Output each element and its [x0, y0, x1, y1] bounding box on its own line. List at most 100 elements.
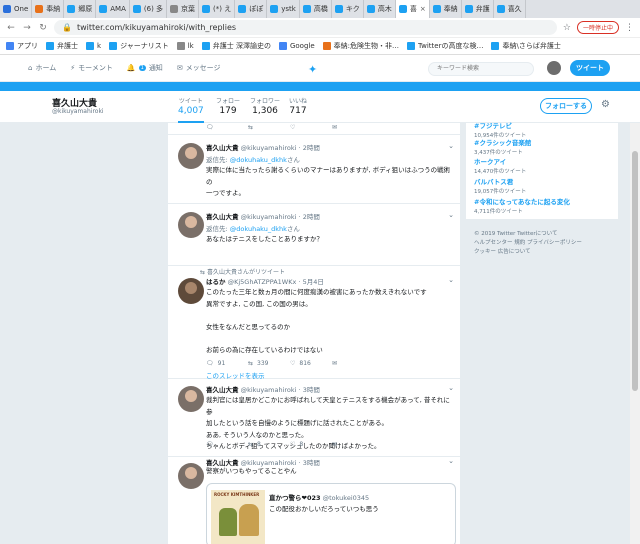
bookmark-item[interactable]: k: [86, 42, 101, 50]
nav-home[interactable]: ⌂ ホーム: [28, 63, 56, 73]
bookmark-item[interactable]: 弁護士 深澤諭史の: [201, 41, 271, 51]
bookmark-item[interactable]: Twitterの高度な検…: [407, 41, 483, 51]
bookmark-item[interactable]: アプリ: [6, 41, 38, 51]
browser-tab[interactable]: 高橋: [300, 0, 332, 18]
sync-paused-button[interactable]: 一時停止中: [576, 21, 619, 34]
footer-line[interactable]: © 2019 Twitter Twitterについて: [474, 230, 614, 239]
like-action[interactable]: ♡ 8: [290, 441, 332, 448]
stat-likes[interactable]: いいね 717: [289, 96, 307, 116]
reply-to-link[interactable]: @dokuhaku_dkhk: [230, 225, 287, 233]
tweet-item[interactable]: 喜久山大貴 @kikuyamahiroki · 3時間 ⌄ 裁判官には皇居かどこ…: [168, 379, 460, 457]
bookmark-item[interactable]: Google: [278, 42, 315, 50]
trend-item[interactable]: #令和になってあなたに起る変化 4,711件のツイート: [474, 196, 570, 215]
trend-item[interactable]: ホークアイ 14,470件のツイート: [474, 156, 526, 175]
menu-icon[interactable]: ⋮: [625, 23, 634, 33]
bookmark-label: Google: [289, 42, 315, 50]
reply-action[interactable]: 🗨 91: [206, 360, 248, 367]
tweet-item[interactable]: 喜久山大貴 @kikuyamahiroki · 3時間 ⌄ 警察がいつもやってる…: [168, 457, 460, 544]
tweet-author-name[interactable]: 喜久山大貴: [206, 144, 239, 152]
tweet-time[interactable]: · 2時間: [299, 213, 320, 221]
browser-tab[interactable]: 奉納: [430, 0, 462, 18]
card-author-name: 直かつ警ら❤023: [269, 494, 321, 502]
chevron-down-icon[interactable]: ⌄: [448, 211, 454, 219]
trend-item[interactable]: バルバトス君 19,057件のツイート: [474, 176, 526, 195]
tweet-avatar[interactable]: [178, 143, 204, 169]
browser-tab[interactable]: 高木: [364, 0, 396, 18]
message-icon[interactable]: ✉: [332, 441, 374, 448]
browser-tab[interactable]: 喜久: [494, 0, 526, 18]
message-icon[interactable]: ✉: [332, 360, 374, 367]
tweet-author-name[interactable]: はるか: [206, 278, 226, 286]
back-icon[interactable]: ←: [6, 23, 16, 33]
bookmark-item[interactable]: 弁護士: [46, 41, 78, 51]
nav-messages[interactable]: ✉ メッセージ: [177, 63, 221, 73]
retweet-context-label[interactable]: 喜久山大貴さんがリツイート: [207, 269, 285, 276]
reload-icon[interactable]: ↻: [38, 23, 48, 33]
tweet-time[interactable]: · 2時間: [299, 144, 320, 152]
nav-notifications[interactable]: 🔔 1 通知: [127, 63, 163, 73]
bookmark-item[interactable]: lk: [176, 42, 194, 50]
star-icon[interactable]: ☆: [563, 23, 571, 33]
stat-following-label: フォロー: [216, 98, 241, 105]
reply-count: 91: [217, 360, 226, 367]
browser-tab[interactable]: 弁護: [462, 0, 494, 18]
browser-tab[interactable]: キク: [332, 0, 364, 18]
retweet-action[interactable]: ⇆ 8: [248, 441, 290, 448]
browser-tab[interactable]: ystk: [267, 0, 300, 18]
nav-moments[interactable]: ⚡ モーメント: [70, 63, 113, 73]
search-input[interactable]: [428, 62, 534, 76]
browser-tab[interactable]: 喜 ×: [395, 0, 430, 18]
tweet-avatar[interactable]: [178, 278, 204, 304]
reply-to-link[interactable]: @dokuhaku_dkhk: [230, 156, 287, 164]
tweet-button[interactable]: ツイート: [570, 60, 610, 76]
browser-tab[interactable]: 京葉: [167, 0, 200, 18]
follow-button[interactable]: フォローする: [540, 98, 592, 114]
tweet-time[interactable]: · 5月4日: [298, 278, 323, 286]
tweet-author-name[interactable]: 喜久山大貴: [206, 386, 239, 394]
chevron-down-icon[interactable]: ⌄: [448, 142, 454, 150]
quoted-tweet-card[interactable]: ROCKY KIMTHINKER 直かつ警ら❤023 @tokukei0345 …: [206, 483, 456, 544]
twitter-bird-icon[interactable]: ✦: [308, 63, 317, 76]
reply-icon[interactable]: 🗨: [206, 124, 248, 131]
tweet-avatar[interactable]: [178, 463, 204, 489]
message-icon[interactable]: ✉: [332, 124, 374, 131]
page-scrollbar[interactable]: [630, 123, 640, 544]
browser-tab[interactable]: (*) え: [199, 0, 236, 18]
avatar[interactable]: [547, 61, 561, 75]
chevron-down-icon[interactable]: ⌄: [448, 457, 454, 465]
browser-tab[interactable]: 奉納: [32, 0, 65, 18]
footer-line[interactable]: ヘルプセンター 規約 プライバシーポリシー: [474, 239, 614, 248]
bookmark-item[interactable]: ジャーナリスト: [109, 41, 169, 51]
scrollbar-thumb[interactable]: [632, 151, 638, 391]
forward-icon[interactable]: →: [22, 23, 32, 33]
bookmark-item[interactable]: 奉納\さらば弁護士: [491, 41, 561, 51]
url-field[interactable]: 🔒 twitter.com/kikuyamahiroki/with_replie…: [54, 20, 557, 35]
like-action[interactable]: ♡ 816: [290, 360, 332, 367]
footer-line[interactable]: クッキー 広告について: [474, 248, 614, 257]
browser-tab[interactable]: 郷原: [64, 0, 97, 18]
browser-tab[interactable]: AMA: [96, 0, 130, 18]
reply-icon[interactable]: 🗨: [206, 441, 248, 448]
browser-tab[interactable]: One: [0, 0, 33, 18]
tweet-time[interactable]: · 3時間: [299, 386, 320, 394]
retweet-action[interactable]: ⇆ 339: [248, 360, 290, 367]
stat-tweets[interactable]: ツイート 4,007: [178, 96, 204, 123]
close-icon[interactable]: ×: [420, 5, 426, 13]
browser-tab[interactable]: ぽぽ: [235, 0, 268, 18]
stat-following[interactable]: フォロー 179: [216, 96, 240, 116]
tweet-avatar[interactable]: [178, 212, 204, 238]
retweet-icon[interactable]: ⇆: [248, 124, 290, 131]
tweet-item[interactable]: 喜久山大貴 @kikuyamahiroki · 2時間 ⌄ 返信先: @doku…: [168, 204, 460, 266]
tweet-avatar[interactable]: [178, 386, 204, 412]
tweet-item[interactable]: 喜久山大貴 @kikuyamahiroki · 2時間 ⌄ 返信先: @doku…: [168, 135, 460, 204]
tweet-item[interactable]: ⇆ 喜久山大貴さんがリツイート はるか @Kj5GhATZPPA1WKx · 5…: [168, 266, 460, 380]
like-icon[interactable]: ♡: [290, 124, 332, 131]
stat-followers[interactable]: フォロワー 1,306: [250, 96, 280, 116]
trend-item[interactable]: #クラシック音楽館 3,437件のツイート: [474, 137, 531, 156]
tweet-author-name[interactable]: 喜久山大貴: [206, 213, 239, 221]
browser-tab[interactable]: (6) 多: [130, 0, 168, 18]
chevron-down-icon[interactable]: ⌄: [448, 276, 454, 284]
gear-icon[interactable]: ⚙: [601, 99, 610, 110]
bookmark-item[interactable]: 奉納:危険生物・非…: [322, 41, 399, 51]
chevron-down-icon[interactable]: ⌄: [448, 384, 454, 392]
